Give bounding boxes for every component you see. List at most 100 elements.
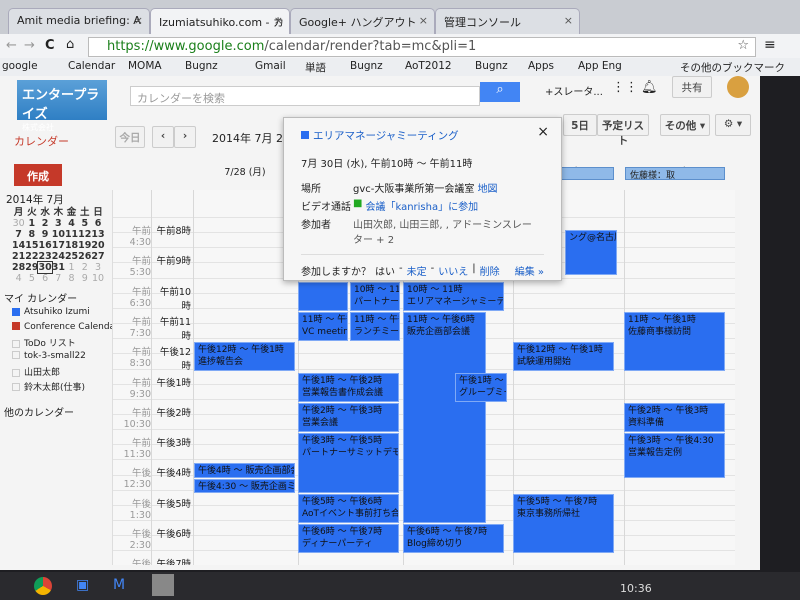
event-block[interactable]: 午後1時 ～ 午後2時 営業報告書作成会議 [298, 372, 399, 402]
mini-day[interactable]: 4 [65, 218, 78, 229]
event-block[interactable]: 午後5時 ～ 午後7時 東京事務所帰社 [513, 493, 614, 554]
chrome-icon[interactable] [34, 577, 52, 595]
mini-day[interactable]: 14 [12, 240, 25, 251]
event-block[interactable]: 午後5時 ～ 午後6時AoTイベント事前打ち合わせ [298, 493, 399, 523]
mini-day[interactable]: 13 [91, 229, 104, 240]
mini-day[interactable]: 9 [78, 273, 91, 284]
forward-icon[interactable]: → [24, 38, 35, 53]
calendar-item[interactable]: 鈴木太郎(仕事) [12, 380, 85, 393]
gmail-icon[interactable]: M [113, 577, 125, 593]
mini-day[interactable]: 30 [37, 261, 53, 274]
bookmark[interactable]: Calendar [68, 60, 115, 72]
mini-day[interactable]: 2 [38, 218, 51, 229]
share-button[interactable]: 共有 [672, 76, 712, 98]
edit-link[interactable]: 編集 » [515, 263, 544, 278]
calendar-item[interactable]: Conference Calendar [12, 322, 119, 332]
mini-day[interactable]: 22 [25, 251, 38, 262]
mini-day[interactable]: 27 [91, 251, 104, 262]
event-block[interactable]: 午後2時 ～ 午後3時 資料準備 [624, 402, 725, 433]
event-block[interactable]: 午後12時 ～ 午後1時 進捗報告会 [194, 342, 295, 372]
close-tab-icon[interactable]: × [564, 14, 573, 27]
next-button[interactable]: › [174, 126, 196, 148]
calendar-item[interactable]: ToDo リスト [12, 336, 76, 349]
bookmark[interactable]: Bugnz [350, 60, 383, 72]
mini-day[interactable]: 10 [91, 273, 104, 284]
mini-day[interactable]: 31 [52, 262, 65, 273]
mini-day[interactable]: 1 [65, 262, 78, 273]
mini-day[interactable]: 28 [12, 262, 25, 273]
mini-day[interactable]: 15 [25, 240, 38, 251]
mini-day[interactable]: 3 [52, 218, 65, 229]
browser-tab[interactable]: Amit media briefing: A × [8, 8, 150, 34]
mini-day[interactable]: 5 [78, 218, 91, 229]
delete-link[interactable]: 削除 [480, 263, 500, 278]
search-button[interactable]: ⌕ [480, 82, 520, 102]
mini-day[interactable]: 9 [38, 229, 51, 240]
prev-button[interactable]: ‹ [152, 126, 174, 148]
more-dropdown[interactable]: その他 ▾ [660, 114, 710, 136]
mini-day[interactable]: 20 [91, 240, 104, 251]
mini-day[interactable]: 21 [12, 251, 25, 262]
apps-grid-icon[interactable]: ⋮⋮ [612, 80, 638, 95]
rsvp-no[interactable]: いいえ [438, 263, 468, 278]
close-icon[interactable]: × [537, 124, 549, 140]
bookmark-folder[interactable]: Apps [528, 60, 554, 72]
calendar-app-icon[interactable]: ▣ [76, 577, 89, 593]
calendar-item[interactable]: tok-3-small22 [12, 351, 86, 361]
event-block[interactable]: 11時 ～ 午後1時 佐藤商事様訪問 [624, 311, 725, 372]
day-header[interactable]: 7/28 (月) [193, 164, 297, 178]
mini-day[interactable]: 11 [65, 229, 78, 240]
mini-day[interactable]: 23 [38, 251, 51, 262]
event-block[interactable]: 午後6時 ～ 午後7時 Blog締め切り [403, 524, 504, 554]
other-bookmarks[interactable]: その他のブックマーク [680, 60, 785, 75]
today-button[interactable]: 今日 [115, 126, 145, 148]
bookmark[interactable]: AoT2012 [405, 60, 452, 72]
event-block[interactable]: 午後3時 ～ 午後4:30 営業報告定例 [624, 433, 725, 478]
search-input[interactable]: カレンダーを検索 [130, 86, 480, 106]
mini-day[interactable]: 2 [78, 262, 91, 273]
mini-day[interactable]: 4 [12, 273, 25, 284]
calendar-color-swatch[interactable] [12, 307, 20, 316]
mini-day[interactable]: 29 [25, 262, 38, 273]
mini-day[interactable]: 12 [78, 229, 91, 240]
mini-day[interactable]: 24 [52, 251, 65, 262]
mini-day[interactable]: 6 [91, 218, 104, 229]
event-block[interactable] [298, 281, 348, 311]
mini-day[interactable]: 6 [38, 273, 51, 284]
close-tab-icon[interactable]: × [134, 14, 143, 27]
close-tab-icon[interactable]: × [419, 14, 428, 27]
event-block[interactable]: 11時 ～ 午後ランチミーティング [350, 311, 400, 342]
rsvp-maybe[interactable]: 未定 [407, 263, 427, 278]
allday-event[interactable]: 佐藤様：取 [625, 167, 725, 181]
create-button[interactable]: 作成 [14, 164, 62, 186]
join-video-link[interactable]: 会議「kanrisha」に参加 [365, 198, 478, 213]
view-5day[interactable]: 5日 [563, 114, 597, 136]
event-block[interactable]: ング@名古屋 [565, 230, 617, 275]
bookmark[interactable]: Bugnz [185, 60, 218, 72]
mini-day[interactable]: 26 [78, 251, 91, 262]
browser-tab[interactable]: Google+ ハングアウト × [290, 8, 435, 34]
browser-tab[interactable]: 管理コンソール × [435, 8, 580, 34]
mini-day[interactable]: 3 [91, 262, 104, 273]
bookmark-folder[interactable]: App Eng [578, 60, 622, 72]
my-calendars-header[interactable]: マイ カレンダー [4, 290, 77, 305]
calendar-item[interactable]: Atsuhiko Izumi [12, 307, 90, 317]
settings-gear-icon[interactable]: ⚙ ▾ [715, 114, 751, 136]
star-icon[interactable]: ☆ [737, 38, 749, 53]
close-tab-icon[interactable]: × [274, 14, 283, 27]
mini-day[interactable]: 7 [12, 229, 25, 240]
browser-tab-active[interactable]: Izumiatsuhiko.com - カ × [150, 8, 290, 34]
event-block[interactable]: 午後12時 ～ 午後1時 試験運用開始 [513, 342, 614, 372]
calendar-color-swatch[interactable] [12, 383, 20, 391]
mini-day[interactable]: 7 [52, 273, 65, 284]
event-block[interactable]: 11時 ～ 午後VC meeting [298, 311, 348, 342]
bookmark[interactable]: 単語 [305, 60, 326, 75]
event-block[interactable]: 午後1時 ～ 午グループミーティング [455, 372, 507, 402]
mini-day[interactable]: 16 [38, 240, 51, 251]
user-name[interactable]: +スレータ... [545, 83, 603, 98]
map-link[interactable]: 地図 [478, 180, 498, 195]
calendar-color-swatch[interactable] [12, 351, 20, 359]
event-block[interactable]: 午後2時 ～ 午後3時 営業会議 [298, 402, 399, 433]
back-icon[interactable]: ← [6, 38, 17, 53]
menu-icon[interactable]: ≡ [764, 37, 776, 53]
